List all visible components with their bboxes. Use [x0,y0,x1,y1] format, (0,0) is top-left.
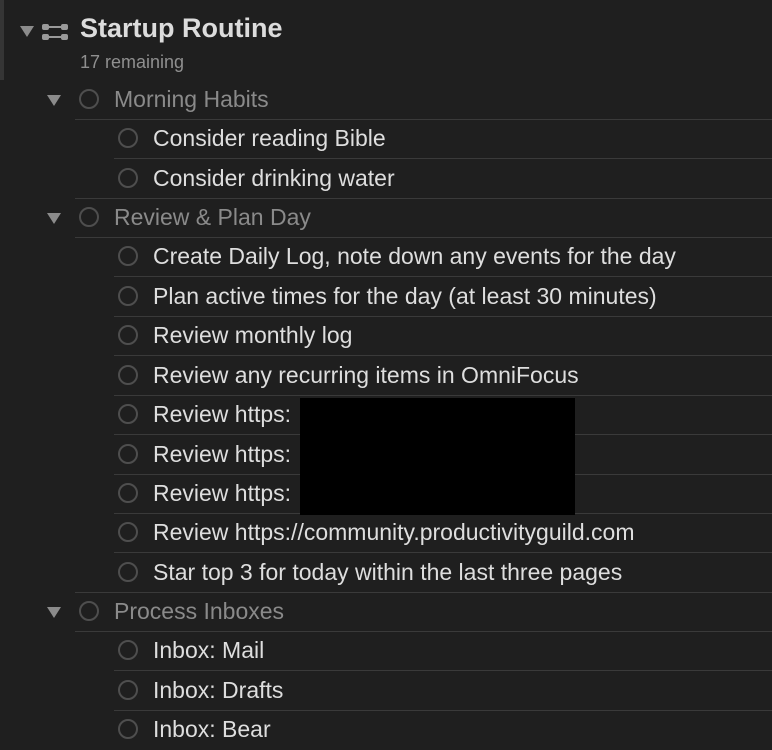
task-label[interactable]: Create Daily Log, note down any events f… [153,243,676,270]
task-label[interactable]: Review any recurring items in OmniFocus [153,362,579,389]
status-circle-icon[interactable] [118,719,138,739]
task-label[interactable]: Plan active times for the day (at least … [153,283,657,310]
disclosure-triangle-icon[interactable] [47,213,61,224]
task-row[interactable]: Review monthly log [0,317,772,356]
task-row[interactable]: Inbox: Mail [0,632,772,671]
status-circle-icon[interactable] [79,89,99,109]
task-label[interactable]: Inbox: Drafts [153,677,283,704]
status-circle-icon[interactable] [118,640,138,660]
disclosure-triangle-icon[interactable] [20,26,34,37]
project-header[interactable]: Startup Routine 17 remaining [0,0,772,80]
status-circle-icon[interactable] [118,483,138,503]
task-label[interactable]: Inbox: Mail [153,637,264,664]
group-label[interactable]: Review & Plan Day [114,204,311,231]
action-group-icon [42,24,68,40]
task-label[interactable]: Consider reading Bible [153,125,386,152]
task-label[interactable]: Inbox: Bear [153,716,271,743]
status-circle-icon[interactable] [118,444,138,464]
status-circle-icon[interactable] [79,601,99,621]
status-circle-icon[interactable] [118,680,138,700]
remaining-count: 17 remaining [80,52,185,72]
task-label[interactable]: Review https://community.productivitygui… [153,519,634,546]
status-circle-icon[interactable] [118,365,138,385]
status-circle-icon[interactable] [118,404,138,424]
row-separator [114,355,772,356]
row-separator [114,552,772,553]
status-circle-icon[interactable] [79,207,99,227]
task-row[interactable]: Review https://community.productivitygui… [0,514,772,553]
group-label[interactable]: Process Inboxes [114,598,284,625]
status-circle-icon[interactable] [118,325,138,345]
task-label[interactable]: Review https: [153,441,291,468]
row-separator [114,670,772,671]
status-circle-icon[interactable] [118,128,138,148]
disclosure-triangle-icon[interactable] [47,607,61,618]
status-circle-icon[interactable] [118,522,138,542]
task-row[interactable]: Inbox: Bear [0,711,772,750]
project-title[interactable]: Startup Routine [80,13,283,44]
task-label[interactable]: Review monthly log [153,322,352,349]
action-group-row[interactable]: Morning Habits [0,81,772,120]
task-row[interactable]: Consider drinking water [0,160,772,199]
status-circle-icon[interactable] [118,246,138,266]
row-separator [114,276,772,277]
task-row[interactable]: Review any recurring items in OmniFocus [0,357,772,396]
group-label[interactable]: Morning Habits [114,86,269,113]
task-row[interactable]: Consider reading Bible [0,120,772,159]
row-separator [114,158,772,159]
task-row[interactable]: Plan active times for the day (at least … [0,278,772,317]
task-label[interactable]: Star top 3 for today within the last thr… [153,559,622,586]
task-row[interactable]: Inbox: Drafts [0,672,772,711]
action-group-row[interactable]: Process Inboxes [0,593,772,632]
redaction-block [300,398,575,515]
task-label[interactable]: Consider drinking water [153,165,395,192]
status-circle-icon[interactable] [118,286,138,306]
status-circle-icon[interactable] [118,562,138,582]
task-label[interactable]: Review https: [153,480,291,507]
task-row[interactable]: Star top 3 for today within the last thr… [0,554,772,593]
outline-view: Startup Routine 17 remaining Morning Hab… [0,0,772,750]
status-circle-icon[interactable] [118,168,138,188]
action-group-row[interactable]: Review & Plan Day [0,199,772,238]
disclosure-triangle-icon[interactable] [47,95,61,106]
task-label[interactable]: Review https: [153,401,291,428]
task-row[interactable]: Create Daily Log, note down any events f… [0,238,772,277]
